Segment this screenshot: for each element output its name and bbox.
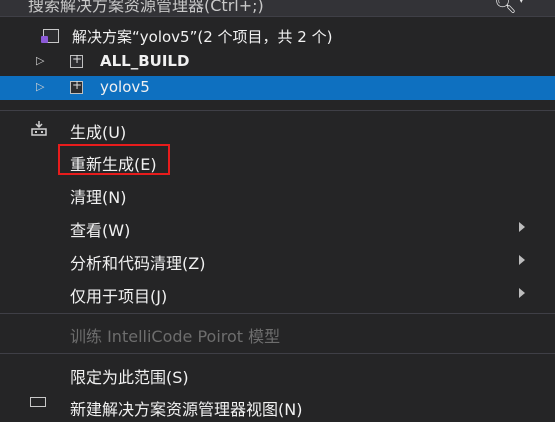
menu-item-project-only[interactable]: 仅用于项目(J) — [0, 277, 555, 309]
search-input[interactable]: 搜索解决方案资源管理器(Ctrl+;) — [28, 0, 264, 16]
solution-label: 解决方案“yolov5”(2 个项目，共 2 个) — [72, 28, 333, 46]
submenu-arrow-icon — [519, 288, 525, 298]
expand-arrow-icon[interactable]: ▷ — [36, 54, 44, 67]
project-label: ALL_BUILD — [100, 52, 190, 70]
tree-item-all-build[interactable]: ▷ ALL_BUILD — [0, 50, 555, 74]
submenu-arrow-icon — [519, 222, 525, 232]
menu-item-scope-to-this[interactable]: 限定为此范围(S) — [0, 358, 555, 390]
menu-item-label: 分析和代码清理(Z) — [70, 254, 206, 273]
menu-item-label: 新建解决方案资源管理器视图(N) — [70, 400, 303, 419]
build-icon — [31, 121, 47, 136]
project-icon — [70, 52, 83, 68]
new-view-icon — [30, 397, 46, 407]
expand-arrow-icon[interactable]: ▷ — [36, 80, 44, 93]
solution-node[interactable]: 解决方案“yolov5”(2 个项目，共 2 个) — [0, 24, 555, 48]
project-label: yolov5 — [100, 78, 150, 96]
highlight-annotation — [58, 144, 170, 175]
menu-item-analyze[interactable]: 分析和代码清理(Z) — [0, 244, 555, 276]
menu-item-build[interactable]: 生成(U) — [0, 113, 555, 145]
menu-item-train-intellicode: 训练 IntelliCode Poirot 模型 — [0, 317, 555, 349]
menu-item-label: 查看(W) — [70, 221, 131, 240]
tree-item-yolov5[interactable]: ▷ yolov5 — [0, 76, 555, 100]
menu-separator — [0, 110, 555, 111]
solution-explorer-search[interactable]: 搜索解决方案资源管理器(Ctrl+;) 🔍︎ ▾ — [0, 0, 555, 17]
menu-item-new-view[interactable]: 新建解决方案资源管理器视图(N) — [0, 390, 555, 422]
menu-separator — [0, 353, 555, 354]
search-icon[interactable]: 🔍︎ — [494, 0, 517, 15]
chevron-down-icon[interactable]: ▾ — [518, 0, 525, 7]
menu-item-label: 清理(N) — [70, 188, 127, 207]
solution-icon — [41, 29, 59, 43]
menu-item-view[interactable]: 查看(W) — [0, 211, 555, 243]
submenu-arrow-icon — [519, 255, 525, 265]
menu-item-clean[interactable]: 清理(N) — [0, 178, 555, 210]
menu-item-label: 生成(U) — [70, 123, 127, 142]
menu-item-label: 训练 IntelliCode Poirot 模型 — [70, 327, 281, 346]
menu-item-label: 仅用于项目(J) — [70, 287, 168, 306]
menu-item-label: 限定为此范围(S) — [70, 368, 189, 387]
project-icon — [70, 78, 83, 94]
menu-separator — [0, 313, 555, 314]
